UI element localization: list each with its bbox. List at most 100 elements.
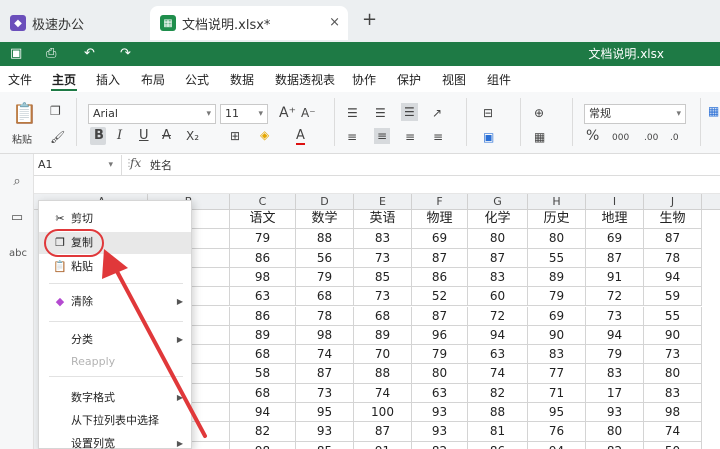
fill-color-icon[interactable]: ◈ [260,128,269,142]
justify-icon[interactable]: ≡ [433,130,443,144]
table-cell[interactable]: 86 [412,267,468,288]
column-header-h[interactable]: H [528,194,586,210]
table-cell[interactable]: 98 [644,403,702,423]
font-name-select[interactable]: Arial ▾ [88,104,216,124]
context-menu-item[interactable]: 分类 ▶ [39,329,191,351]
table-cell[interactable]: 98 [230,267,296,288]
underline-button[interactable]: U [139,129,149,143]
table-cell[interactable]: 79 [296,267,354,288]
table-cell[interactable]: 88 [354,364,412,384]
column-header-d[interactable]: D [296,194,354,210]
table-cell[interactable]: 63 [468,345,528,365]
table-cell[interactable]: 68 [354,306,412,326]
table-cell[interactable]: 85 [296,441,354,449]
save-icon[interactable]: ▣ [10,45,22,63]
table-cell[interactable]: 68 [296,287,354,307]
tab-app-home[interactable]: ◆ 极速办公 [0,6,148,40]
table-cell[interactable]: 73 [354,287,412,307]
table-cell[interactable]: 55 [528,248,586,268]
table-cell[interactable]: 86 [468,441,528,449]
table-cell[interactable]: 79 [412,345,468,365]
format-table-icon[interactable]: ▦ [534,130,545,144]
table-cell[interactable]: 80 [468,229,528,249]
table-cell[interactable]: 86 [230,306,296,326]
table-cell[interactable]: 68 [230,383,296,403]
table-cell[interactable]: 95 [528,403,586,423]
paste-label[interactable]: 粘贴 [12,134,32,148]
search-icon[interactable]: ⌕ [9,174,25,190]
column-header-c[interactable]: C [230,194,296,210]
header-cell[interactable]: 语文 [230,210,296,230]
column-header-i[interactable]: I [586,194,644,210]
paste-icon[interactable]: 📋 [12,102,37,124]
table-cell[interactable]: 59 [644,287,702,307]
table-cell[interactable]: 94 [468,325,528,346]
table-cell[interactable]: 74 [296,345,354,365]
table-cell[interactable]: 94 [586,325,644,346]
table-cell[interactable]: 96 [412,325,468,346]
comment-icon[interactable]: ▭ [9,210,25,226]
font-color-button[interactable]: A [296,129,305,145]
table-cell[interactable]: 17 [586,383,644,403]
table-cell[interactable]: 86 [230,248,296,268]
context-menu-item[interactable]: ✂ 剪切 [39,208,191,230]
spellcheck-icon[interactable]: abc [9,246,27,262]
undo-icon[interactable]: ↶ [84,45,95,63]
name-box[interactable]: A1 ▾ [34,155,122,175]
italic-button[interactable]: I [117,129,122,143]
align-middle-icon[interactable]: ☰ [375,106,386,120]
redo-icon[interactable]: ↷ [120,45,131,63]
copy-format-icon[interactable]: ❐ [50,104,61,118]
table-cell[interactable]: 74 [644,422,702,442]
table-cell[interactable]: 80 [528,229,586,249]
table-cell[interactable]: 82 [586,441,644,449]
header-cell[interactable]: 物理 [412,210,468,230]
context-menu-item[interactable]: 从下拉列表中选择 [39,410,191,432]
menu-view[interactable]: 视图 [442,71,466,88]
table-cell[interactable]: 89 [528,267,586,288]
table-cell[interactable]: 93 [412,403,468,423]
table-cell[interactable]: 88 [296,229,354,249]
decrease-decimal-button[interactable]: .0 [670,131,679,145]
table-cell[interactable]: 78 [296,306,354,326]
table-cell[interactable]: 74 [468,364,528,384]
table-cell[interactable]: 94 [230,403,296,423]
merge-cells-icon[interactable]: ▣ [483,130,494,144]
tab-document[interactable]: ▦ 文档说明.xlsx* × [150,6,348,40]
table-cell[interactable]: 94 [644,267,702,288]
menu-formula[interactable]: 公式 [185,71,209,88]
table-cell[interactable]: 58 [230,364,296,384]
table-cell[interactable]: 79 [230,229,296,249]
context-menu-item[interactable]: 📋 粘贴 [39,256,191,278]
menu-components[interactable]: 组件 [487,71,511,88]
table-cell[interactable]: 72 [468,306,528,326]
table-cell[interactable]: 73 [354,248,412,268]
close-icon[interactable]: × [329,15,340,30]
table-cell[interactable]: 74 [354,383,412,403]
table-cell[interactable]: 79 [586,345,644,365]
grow-font-button[interactable]: A⁺ [279,106,296,120]
thousands-button[interactable]: 000 [612,131,629,145]
column-header-j[interactable]: J [644,194,702,210]
bold-button[interactable]: B [94,129,104,143]
context-menu-item[interactable]: 数字格式 ▶ [39,387,191,409]
text-orientation-icon[interactable]: ↗ [432,106,442,120]
table-cell[interactable]: 63 [412,383,468,403]
table-cell[interactable]: 83 [354,229,412,249]
table-cell[interactable]: 91 [354,441,412,449]
table-cell[interactable]: 85 [354,267,412,288]
menu-pivot-table[interactable]: 数据透视表 [275,71,335,88]
header-cell[interactable]: 地理 [586,210,644,230]
menu-collaborate[interactable]: 协作 [352,71,376,88]
table-cell[interactable]: 55 [644,306,702,326]
header-cell[interactable]: 历史 [528,210,586,230]
menu-home[interactable]: 主页 [52,71,76,88]
table-cell[interactable]: 60 [468,287,528,307]
align-left-icon[interactable]: ≡ [347,130,357,144]
percent-button[interactable]: % [586,129,599,143]
table-cell[interactable]: 87 [296,364,354,384]
align-right-icon[interactable]: ≡ [405,130,415,144]
header-cell[interactable]: 数学 [296,210,354,230]
table-cell[interactable]: 87 [354,422,412,442]
conditional-format-icon[interactable]: ▦ [708,104,719,118]
